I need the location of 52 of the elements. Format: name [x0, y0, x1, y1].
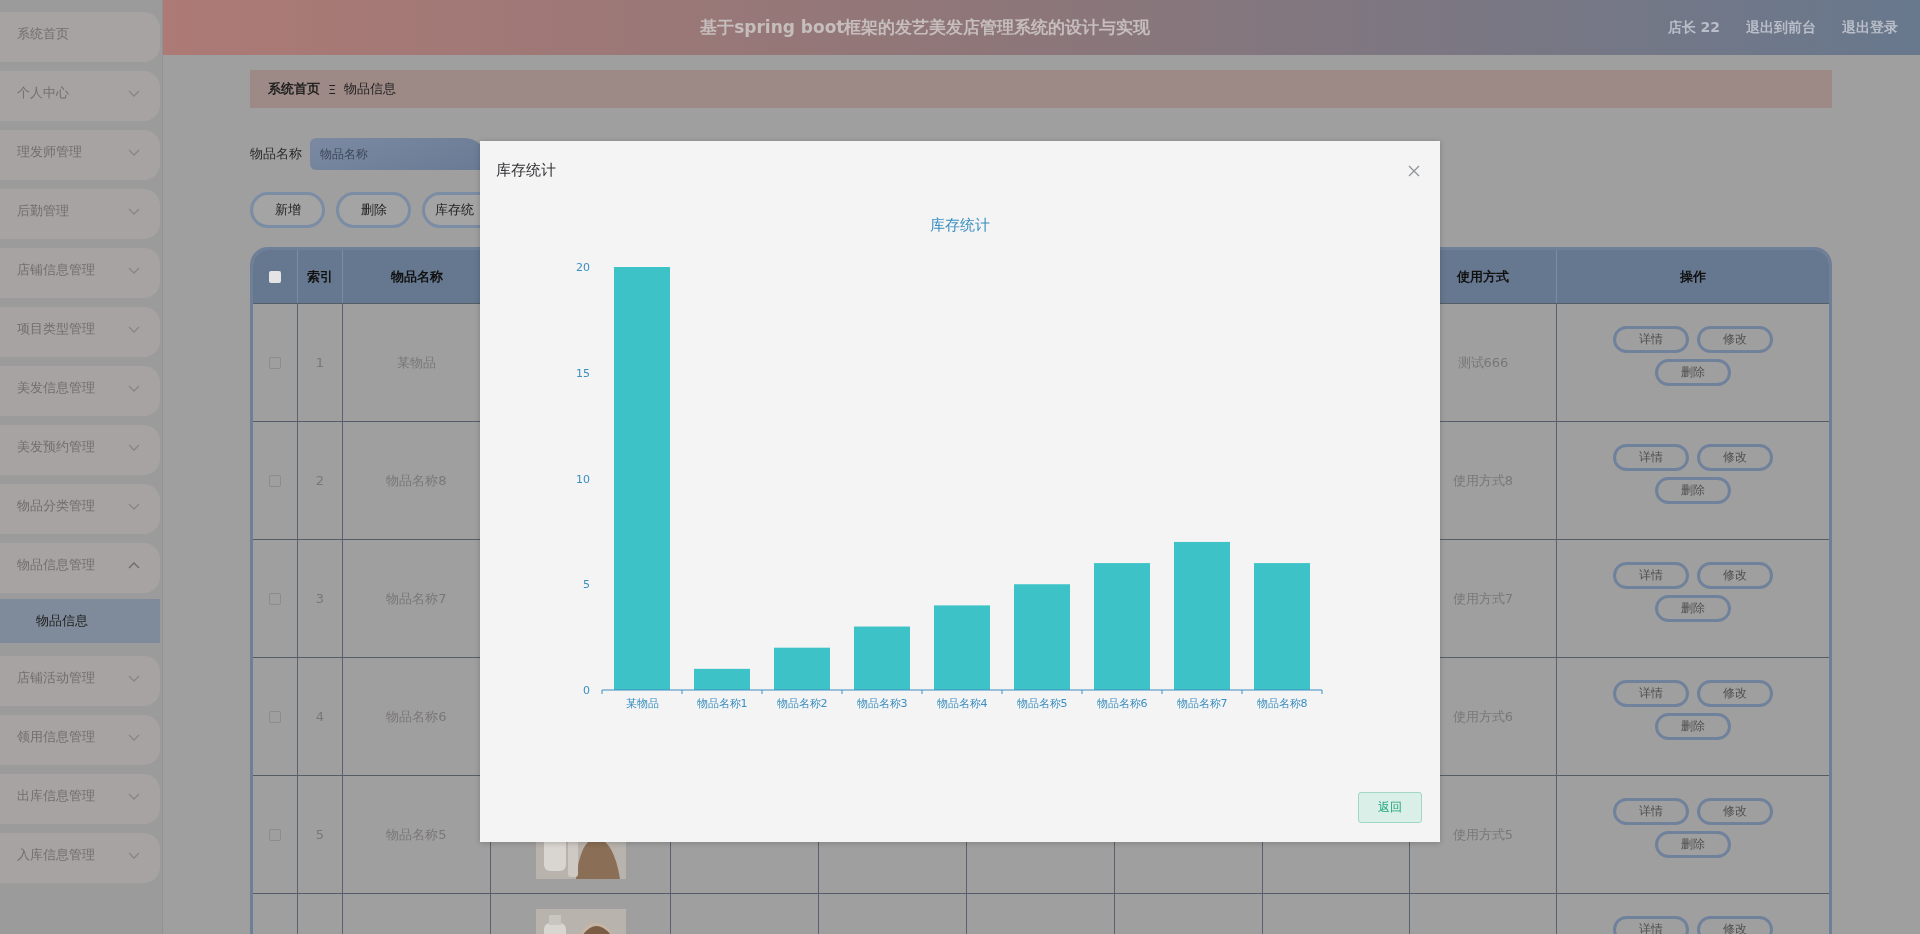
row-action-button[interactable]: 详情	[1613, 326, 1689, 353]
bar	[694, 668, 750, 690]
breadcrumb-separator: Ξ	[328, 81, 337, 97]
axis-tick-label: 0	[583, 684, 590, 697]
action-button[interactable]: 新增	[250, 192, 325, 228]
axis-category-label: 某物品	[625, 697, 659, 710]
row-action-button[interactable]: 删除	[1655, 831, 1731, 858]
column-header: 操作	[1679, 267, 1707, 286]
row-action-button[interactable]: 删除	[1655, 595, 1731, 622]
axis-tick-label: 20	[576, 261, 590, 274]
action-button[interactable]: 删除	[336, 192, 411, 228]
bar	[854, 626, 910, 690]
row-action-button[interactable]: 删除	[1655, 359, 1731, 386]
row-action-button[interactable]: 详情	[1613, 916, 1689, 934]
axis-category-label: 物品名称5	[1016, 697, 1068, 710]
axis-tick-label: 15	[576, 366, 590, 380]
axis-category-label: 物品名称7	[1176, 697, 1228, 710]
row-action-button[interactable]: 详情	[1613, 680, 1689, 707]
user-name: 店长 22	[1667, 18, 1720, 37]
axis-category-label: 物品名称8	[1256, 697, 1308, 710]
row-action-button[interactable]: 详情	[1613, 444, 1689, 471]
axis-tick-label: 5	[583, 578, 590, 592]
sidebar-subitem[interactable]: 物品信息	[0, 599, 160, 643]
row-action-button[interactable]: 删除	[1655, 477, 1731, 504]
row-action-button[interactable]: 修改	[1697, 916, 1773, 934]
dialog-title: 库存统计	[496, 161, 556, 180]
field-label: 物品名称	[250, 145, 302, 163]
chart-title: 库存统计	[930, 216, 990, 235]
column-header: 索引	[298, 250, 343, 303]
axis-tick-label: 10	[576, 472, 590, 486]
axis-category-label: 物品名称2	[776, 697, 828, 710]
axis-category-label: 物品名称4	[936, 697, 988, 710]
axis-category-label: 物品名称6	[1096, 697, 1148, 710]
header-link[interactable]: 退出登录	[1842, 18, 1898, 37]
row-action-button[interactable]: 修改	[1697, 680, 1773, 707]
header-link[interactable]: 退出到前台	[1746, 18, 1816, 37]
row-action-button[interactable]: 详情	[1613, 562, 1689, 589]
back-button[interactable]: 返回	[1358, 792, 1422, 823]
row-action-button[interactable]: 修改	[1697, 326, 1773, 353]
axis-category-label: 物品名称1	[696, 697, 748, 710]
select-all-checkbox[interactable]	[269, 270, 281, 283]
bar	[774, 647, 830, 690]
close-icon[interactable]	[1408, 164, 1420, 177]
app-title: 基于spring boot框架的发艺美发店管理系统的设计与实现	[699, 16, 1152, 39]
breadcrumb-item[interactable]: 系统首页	[268, 80, 320, 98]
axis-category-label: 物品名称3	[856, 697, 908, 710]
row-action-button[interactable]: 修改	[1697, 798, 1773, 825]
row-action-button[interactable]: 删除	[1655, 713, 1731, 740]
row-action-button[interactable]: 修改	[1697, 562, 1773, 589]
row-action-button[interactable]: 详情	[1613, 798, 1689, 825]
breadcrumb-item: 物品信息	[344, 80, 397, 98]
row-action-button[interactable]: 修改	[1697, 444, 1773, 471]
